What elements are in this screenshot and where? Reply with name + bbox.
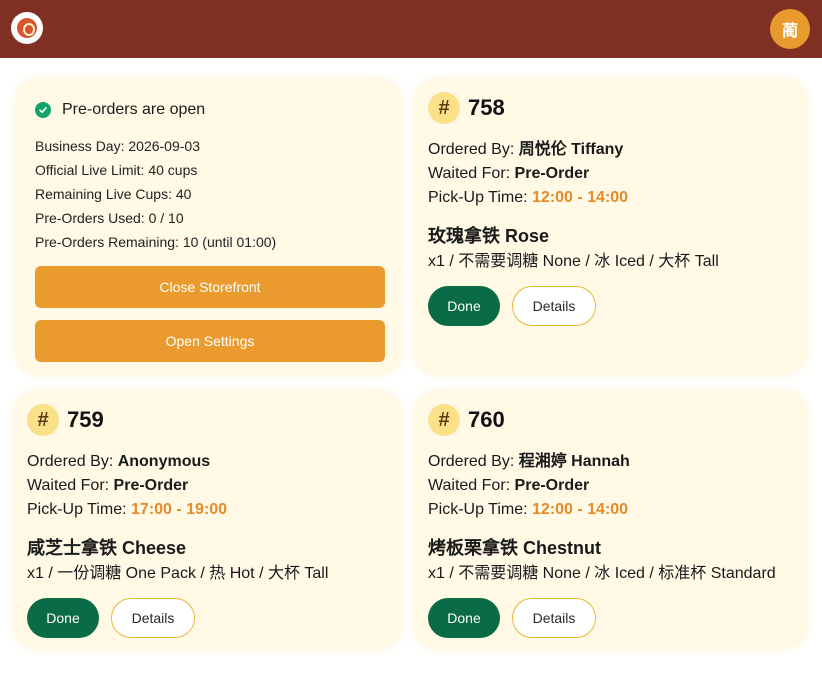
- done-button[interactable]: Done: [27, 598, 99, 638]
- business-day-line: Business Day: 2026-09-03: [35, 138, 200, 154]
- close-storefront-button[interactable]: Close Storefront: [35, 266, 385, 308]
- remaining-cups-line: Remaining Live Cups: 40: [35, 186, 192, 202]
- waited-for-label: Waited For:: [27, 477, 114, 494]
- order-actions: Done Details: [428, 598, 796, 638]
- coffee-logo-icon[interactable]: [11, 12, 43, 44]
- done-button[interactable]: Done: [428, 598, 500, 638]
- details-button[interactable]: Details: [111, 598, 195, 638]
- storefront-status-card: Pre-orders are open Business Day: 2026-0…: [17, 80, 401, 373]
- item-options: x1 / 一份调糖 One Pack / 热 Hot / 大杯 Tall: [27, 565, 329, 582]
- waited-for-label: Waited For:: [428, 165, 515, 182]
- order-card: # 760 Ordered By: 程湘婷 Hannah Waited For:…: [416, 392, 806, 647]
- order-actions: Done Details: [27, 598, 391, 638]
- preorders-used-line: Pre-Orders Used: 0 / 10: [35, 210, 184, 226]
- status-title: Pre-orders are open: [62, 101, 206, 118]
- pickup-label: Pick-Up Time:: [428, 189, 533, 206]
- order-type: Pre-Order: [514, 165, 590, 182]
- order-number: 759: [67, 407, 104, 432]
- pickup-time: 12:00 - 14:00: [532, 189, 629, 206]
- details-button[interactable]: Details: [512, 286, 596, 326]
- waited-for-line: Waited For: Pre-Order: [428, 162, 796, 186]
- hash-icon: #: [27, 404, 59, 436]
- order-card: # 758 Ordered By: 周悦伦 Tiffany Waited For…: [416, 80, 806, 373]
- preorders-remaining-line: Pre-Orders Remaining: 10 (until 01:00): [35, 234, 277, 250]
- customer-name: 周悦伦 Tiffany: [518, 141, 624, 158]
- ordered-by-label: Ordered By:: [27, 453, 118, 470]
- logo-mark: [17, 18, 37, 38]
- order-card: # 759 Ordered By: Anonymous Waited For: …: [15, 392, 401, 647]
- order-number: 760: [468, 407, 505, 432]
- item-name: 烤板栗拿铁 Chestnut: [428, 538, 601, 558]
- pickup-line: Pick-Up Time: 17:00 - 19:00: [27, 498, 391, 522]
- open-settings-button[interactable]: Open Settings: [35, 320, 385, 362]
- item-options: x1 / 不需要调糖 None / 冰 Iced / 标准杯 Standard: [428, 565, 776, 582]
- item-options: x1 / 不需要调糖 None / 冰 Iced / 大杯 Tall: [428, 253, 719, 270]
- customer-name: 程湘婷 Hannah: [518, 453, 630, 470]
- pickup-time: 12:00 - 14:00: [532, 501, 629, 518]
- status-info-list: Business Day: 2026-09-03 Official Live L…: [35, 134, 383, 254]
- waited-for-line: Waited For: Pre-Order: [27, 474, 391, 498]
- customer-name: Anonymous: [117, 453, 211, 470]
- ordered-by-label: Ordered By:: [428, 141, 519, 158]
- details-button[interactable]: Details: [512, 598, 596, 638]
- ordered-by-line: Ordered By: Anonymous: [27, 450, 391, 474]
- ordered-by-line: Ordered By: 程湘婷 Hannah: [428, 450, 796, 474]
- order-number: 758: [468, 95, 505, 120]
- order-header: # 758: [428, 92, 796, 124]
- waited-for-label: Waited For:: [428, 477, 515, 494]
- top-bar: 蔺: [0, 0, 822, 58]
- status-header: Pre-orders are open: [35, 100, 383, 120]
- hash-icon: #: [428, 404, 460, 436]
- item-name: 咸芝士拿铁 Cheese: [27, 538, 187, 558]
- pickup-time: 17:00 - 19:00: [131, 501, 228, 518]
- order-type: Pre-Order: [113, 477, 189, 494]
- avatar[interactable]: 蔺: [770, 9, 810, 49]
- pickup-label: Pick-Up Time:: [428, 501, 533, 518]
- pickup-label: Pick-Up Time:: [27, 501, 132, 518]
- waited-for-line: Waited For: Pre-Order: [428, 474, 796, 498]
- check-circle-icon: [35, 102, 51, 118]
- order-actions: Done Details: [428, 286, 796, 326]
- pickup-line: Pick-Up Time: 12:00 - 14:00: [428, 186, 796, 210]
- pickup-line: Pick-Up Time: 12:00 - 14:00: [428, 498, 796, 522]
- ordered-by-label: Ordered By:: [428, 453, 519, 470]
- hash-icon: #: [428, 92, 460, 124]
- done-button[interactable]: Done: [428, 286, 500, 326]
- item-name: 玫瑰拿铁 Rose: [428, 226, 550, 246]
- order-type: Pre-Order: [514, 477, 590, 494]
- order-header: # 760: [428, 404, 796, 436]
- live-limit-line: Official Live Limit: 40 cups: [35, 162, 198, 178]
- ordered-by-line: Ordered By: 周悦伦 Tiffany: [428, 138, 796, 162]
- order-header: # 759: [27, 404, 391, 436]
